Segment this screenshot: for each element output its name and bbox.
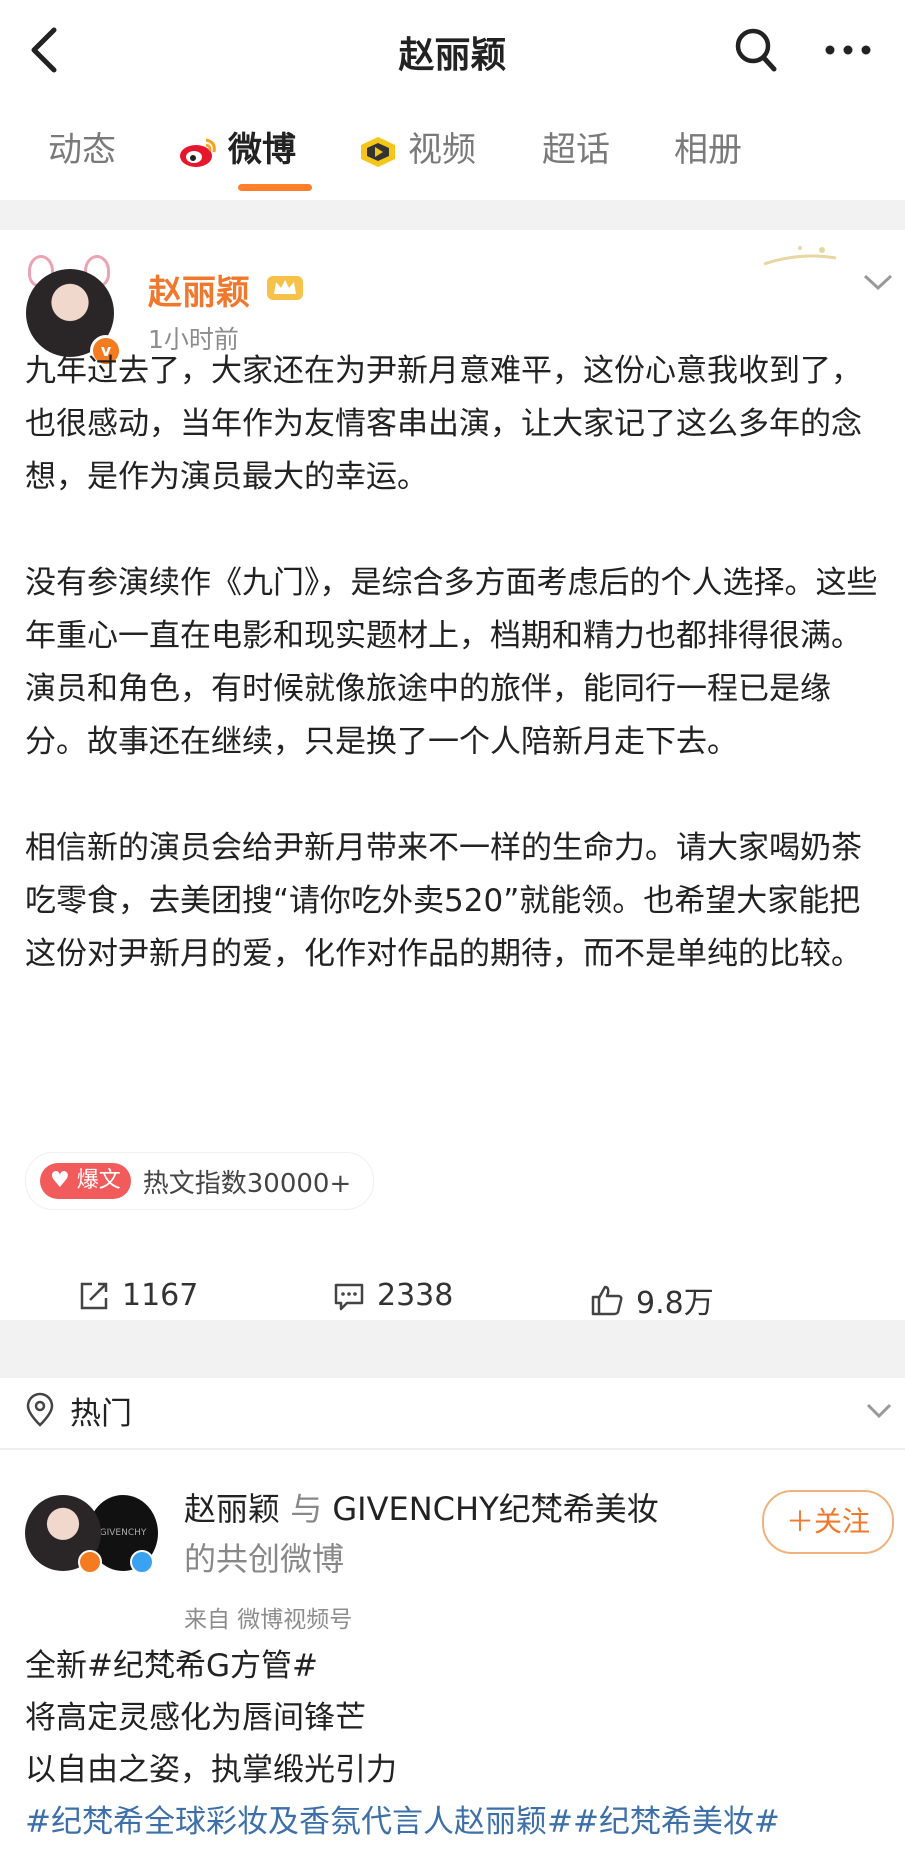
- video-icon: [361, 136, 395, 167]
- weibo-logo-icon: [180, 138, 216, 167]
- sparkle-decoration-icon: [763, 246, 837, 266]
- post-source: 来自 微博视频号: [184, 1607, 353, 1633]
- thumbs-up-icon: [591, 1285, 623, 1316]
- post-paragraph: 相信新的演员会给尹新月带来不一样的生命力。请大家喝奶茶吃零食，去美团搜“请你吃外…: [25, 830, 862, 972]
- post-line: 以自由之姿，执掌缎光引力: [25, 1752, 397, 1788]
- chevron-down-icon[interactable]: [865, 1402, 893, 1420]
- post-paragraph: 九年过去了，大家还在为尹新月意难平，这份心意我收到了，也很感动，当年作为友情客串…: [25, 353, 862, 495]
- co-author-line: 赵丽颖 与 GIVENCHY纪梵希美妆 的共创微博: [184, 1490, 659, 1578]
- post-content: 九年过去了，大家还在为尹新月意难平，这份心意我收到了，也很感动，当年作为友情客串…: [25, 345, 885, 1034]
- repost-button[interactable]: 1167: [78, 1278, 198, 1313]
- section-gap: [0, 200, 905, 230]
- location-pin-icon: [26, 1392, 54, 1427]
- weibo-post: v 赵丽颖 1小时前 九年过去了，大家还在为尹新月意难平，这份心意我收到了，也很…: [0, 230, 905, 1322]
- post-line: 全新#纪梵希G方管#: [25, 1648, 318, 1684]
- partner-name[interactable]: GIVENCHY纪梵希美妆: [332, 1490, 658, 1528]
- post-content: 全新#纪梵希G方管# 将高定灵感化为唇间锋芒 以自由之姿，执掌缎光引力 #纪梵希…: [25, 1640, 895, 1848]
- more-dots-icon[interactable]: [822, 30, 874, 70]
- comment-count: 2338: [377, 1278, 454, 1313]
- post-paragraph: 没有参演续作《九门》，是综合多方面考虑后的个人选择。这些年重心一直在电影和现实题…: [25, 565, 878, 760]
- author-name[interactable]: 赵丽颖: [148, 265, 250, 314]
- tab-video[interactable]: 视频: [358, 122, 476, 178]
- section-gap: [0, 1320, 905, 1378]
- tab-dynamic[interactable]: 动态: [48, 122, 116, 178]
- profile-tabs: 动态 微博 视频 超话 相册: [0, 100, 905, 200]
- verified-badge-icon: [78, 1550, 102, 1574]
- repost-icon: [80, 1282, 108, 1309]
- crown-badge-icon: [267, 276, 303, 300]
- hashtag-line[interactable]: #纪梵希全球彩妆及香氛代言人赵丽颖##纪梵希美妆#: [25, 1796, 895, 1848]
- hot-section-label: 热门: [70, 1396, 132, 1432]
- tab-album[interactable]: 相册: [674, 122, 742, 178]
- co-note: 的共创微博: [184, 1540, 345, 1578]
- co-created-post: GIVENCHY 赵丽颖 与 GIVENCHY纪梵希美妆 的共创微博 来自 微博…: [0, 1450, 905, 1862]
- post-line: 将高定灵感化为唇间锋芒: [25, 1700, 366, 1736]
- active-tab-indicator: [238, 184, 312, 191]
- blue-verified-badge-icon: [130, 1550, 154, 1574]
- chevron-down-icon[interactable]: [862, 272, 894, 292]
- hot-index-text: 热文指数30000+: [142, 1168, 352, 1199]
- tab-weibo[interactable]: 微博: [178, 122, 296, 178]
- search-icon[interactable]: [732, 24, 780, 76]
- top-bar: 赵丽颖: [0, 0, 905, 100]
- hot-section-header[interactable]: 热门: [0, 1378, 905, 1448]
- hot-index-pill[interactable]: ♥ 爆文 热文指数30000+: [25, 1152, 375, 1210]
- repost-count: 1167: [122, 1278, 199, 1313]
- like-count: 9.8万: [636, 1286, 714, 1321]
- comment-icon: [334, 1283, 364, 1310]
- author-name[interactable]: 赵丽颖: [184, 1490, 280, 1528]
- like-button[interactable]: 9.8万: [590, 1278, 714, 1322]
- hot-badge: ♥ 爆文: [40, 1163, 131, 1199]
- comment-button[interactable]: 2338: [333, 1278, 453, 1313]
- tab-supertopic[interactable]: 超话: [542, 122, 610, 178]
- follow-button[interactable]: ＋关注: [762, 1490, 894, 1554]
- author-avatar[interactable]: v: [24, 255, 122, 367]
